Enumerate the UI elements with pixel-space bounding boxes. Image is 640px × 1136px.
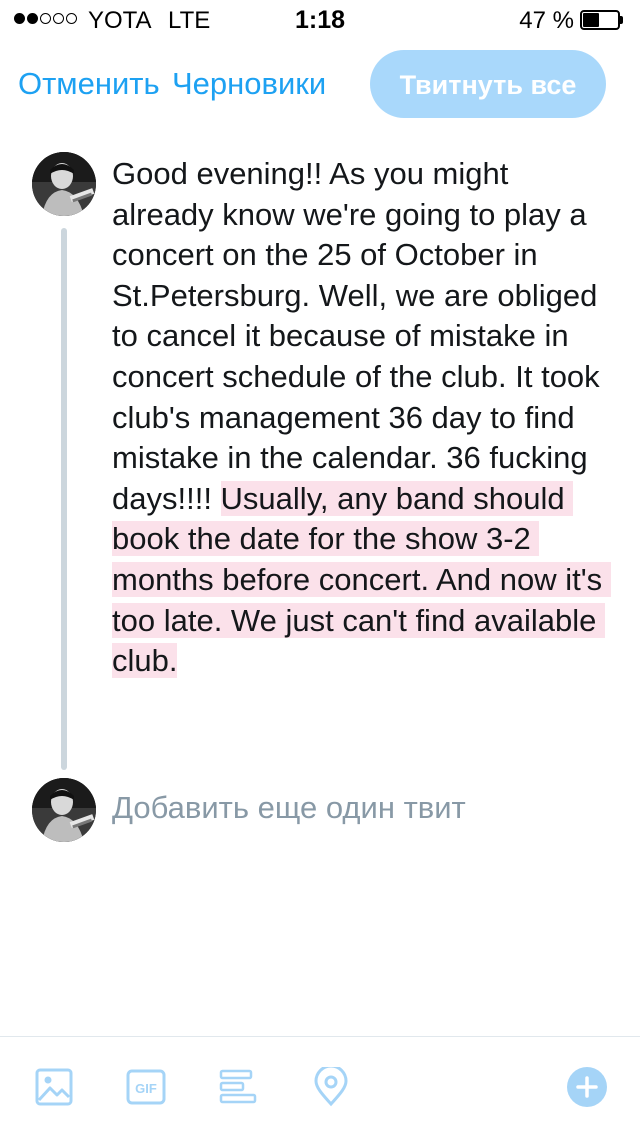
tweet-all-button[interactable]: Твитнуть все [370, 50, 606, 118]
image-icon[interactable] [34, 1067, 74, 1107]
avatar [32, 778, 96, 842]
poll-icon[interactable] [218, 1067, 258, 1107]
location-icon[interactable] [311, 1067, 351, 1107]
add-tweet-icon[interactable] [566, 1066, 608, 1108]
thread-connector-line [61, 228, 67, 770]
drafts-button[interactable]: Черновики [172, 66, 326, 102]
avatar [32, 152, 96, 216]
gif-icon[interactable]: GIF [126, 1067, 166, 1107]
battery-icon [580, 10, 624, 30]
tweet-text-within-limit: Good evening!! As you might already know… [112, 156, 609, 516]
status-bar: YOTA LTE 1:18 47 % [0, 0, 640, 40]
svg-text:GIF: GIF [135, 1081, 157, 1096]
add-another-tweet-input[interactable]: Добавить еще один твит [112, 790, 466, 826]
cancel-button[interactable]: Отменить [18, 66, 160, 102]
tweet-text[interactable]: Good evening!! As you might already know… [112, 154, 612, 682]
compose-toolbar: GIF [0, 1037, 640, 1136]
compose-header: Отменить Черновики Твитнуть все [0, 48, 640, 124]
battery-percent: 47 % [519, 7, 574, 34]
